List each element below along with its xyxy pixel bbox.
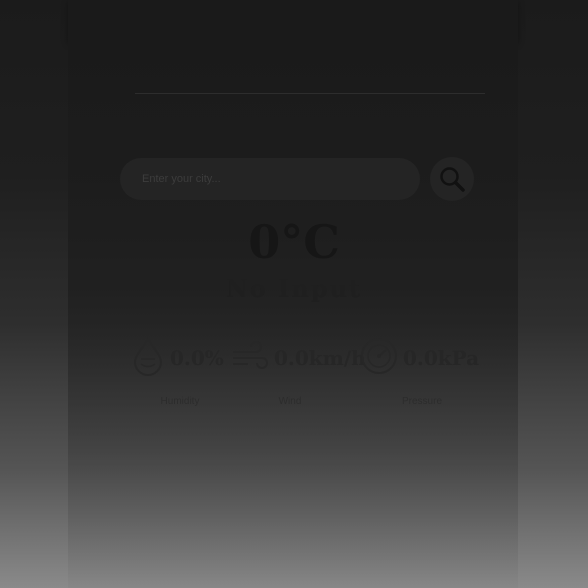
pressure-stat: 0.0kPa: [360, 336, 480, 376]
weather-panel: [68, 42, 518, 588]
wind-value: 0.0km/h: [274, 346, 366, 370]
temperature-value: 0°C: [248, 215, 340, 269]
header-divider: [135, 93, 485, 94]
weather-condition: No Input: [225, 274, 363, 303]
humidity-stat: 0.0%: [128, 336, 238, 376]
top-bar: [68, 0, 518, 42]
wind-stat: 0.0km/h: [230, 336, 366, 376]
search-button[interactable]: [430, 157, 474, 201]
pressure-label: Pressure: [401, 396, 442, 407]
pressure-value: 0.0kPa: [403, 346, 480, 370]
city-search-input[interactable]: [120, 158, 420, 200]
wind-label: Wind: [278, 396, 302, 407]
humidity-value: 0.0%: [170, 346, 224, 370]
humidity-label: Humidity: [160, 396, 200, 407]
